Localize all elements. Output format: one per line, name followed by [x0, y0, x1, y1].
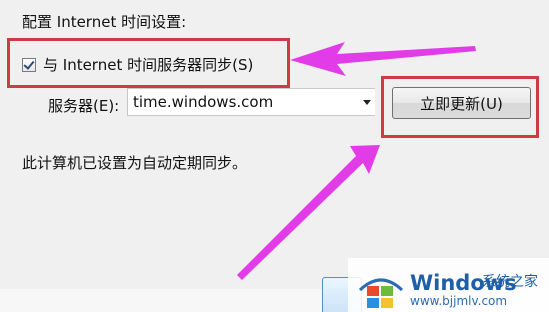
watermark-sub: 系统之家	[482, 274, 538, 290]
arrow-left-icon	[290, 42, 476, 76]
watermark-url: www.bjjmlv.com	[410, 294, 508, 308]
windows-logo-icon	[358, 278, 404, 308]
